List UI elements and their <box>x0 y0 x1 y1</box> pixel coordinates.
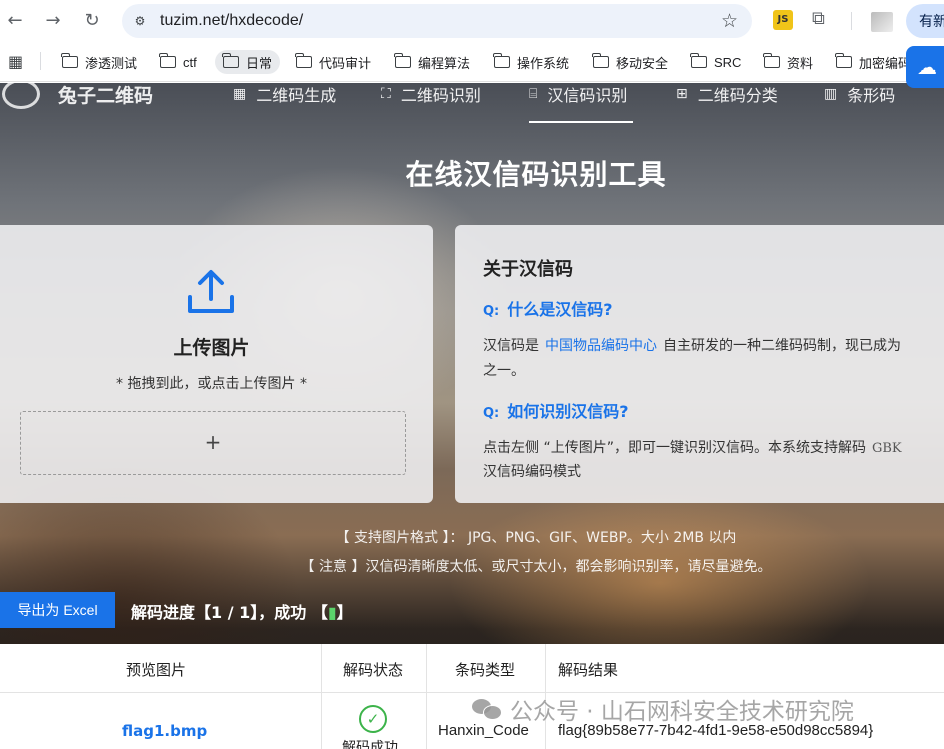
watermark: 公众号 · 山石网科安全技术研究院 <box>472 692 854 726</box>
bookmarks-bar: ▦ 渗透测试 ctf 日常 代码审计 编程算法 操作系统 移动安全 SRC 资料… <box>0 42 944 82</box>
column-header: 解码结果 <box>558 661 619 679</box>
folder-icon <box>690 53 707 68</box>
column-header: 解码状态 <box>343 661 404 679</box>
folder-icon <box>394 53 411 68</box>
terminal-icon: ⌸ <box>529 86 538 102</box>
back-arrow-icon[interactable]: ← <box>2 8 28 34</box>
upload-icon[interactable] <box>186 269 236 315</box>
supported-formats-note: 【 支持图片格式 】： JPG、PNG、GIF、WEBP。大小 2MB 以内 <box>335 530 737 546</box>
wechat-icon <box>472 697 502 721</box>
bookmarks-divider <box>40 52 41 70</box>
faq-question-2: Q: 如何识别汉信码? <box>483 402 629 421</box>
upload-hint: * 拖拽到此，或点击上传图片 * <box>116 376 307 392</box>
folder-icon <box>763 53 780 68</box>
profile-avatar[interactable] <box>871 12 893 32</box>
faq-question-1: Q: 什么是汉信码? <box>483 300 613 319</box>
nav-barcode[interactable]: ▥ 条形码 <box>824 83 895 106</box>
page-title: 在线汉信码识别工具 <box>405 158 667 191</box>
folder-icon <box>159 53 176 68</box>
bookmark-folder[interactable]: 渗透测试 <box>54 50 145 74</box>
reload-icon[interactable]: ↻ <box>79 8 105 34</box>
folder-icon <box>835 53 852 68</box>
floating-assistant-icon[interactable]: ☁ <box>906 46 944 88</box>
barcode-icon: ▥ <box>824 86 838 102</box>
logo-mark-icon <box>2 83 40 109</box>
nav-active-indicator <box>529 121 633 123</box>
quality-warning-note: 【 注意 】汉信码清晰度太低、或尺寸太小，都会影响识别率，请尽量避免。 <box>300 559 772 575</box>
site-logo[interactable]: 兔子二维码 <box>58 83 153 108</box>
url-text[interactable]: tuzim.net/hxdecode/ <box>160 12 303 30</box>
decode-progress: 解码进度【1 / 1】，成功 【▮】 <box>131 603 353 622</box>
bookmark-folder[interactable]: 操作系统 <box>486 50 577 74</box>
js-extension-icon[interactable]: JS <box>773 10 793 30</box>
about-title: 关于汉信码 <box>483 259 573 280</box>
page-content: 兔子二维码 ▦ 二维码生成 ⛶ 二维码识别 ⌸ 汉信码识别 ⊞ 二维码分类 ▥ 条形码 在… <box>0 83 944 749</box>
upload-dropzone[interactable]: + <box>20 411 406 475</box>
upload-card[interactable]: 上传图片 * 拖拽到此，或点击上传图片 * + <box>0 225 433 503</box>
upload-title[interactable]: 上传图片 <box>0 333 433 360</box>
address-bar[interactable]: ⚙ tuzim.net/hxdecode/ ☆ <box>122 4 752 38</box>
bookmark-folder[interactable]: 日常 <box>215 50 281 74</box>
category-icon: ⊞ <box>676 86 688 102</box>
faq-answer-1-cont: 之一。 <box>483 363 525 379</box>
nav-qr-recognize[interactable]: ⛶ 二维码识别 <box>381 83 481 106</box>
folder-icon <box>592 53 609 68</box>
question-mark-label: Q: <box>483 304 500 319</box>
table-header: 预览图片 解码状态 条码类型 解码结果 <box>0 644 944 693</box>
bookmark-folder[interactable]: ctf <box>152 50 205 74</box>
forward-arrow-icon[interactable]: → <box>40 8 66 34</box>
decode-status: 解码成功 <box>342 740 398 749</box>
preview-file-link[interactable]: flag1.bmp <box>122 722 207 740</box>
faq-answer-1: 汉信码是 中国物品编码中心 自主研发的一种二维码码制，现已成为 <box>483 338 901 354</box>
folder-icon <box>61 53 78 68</box>
site-navbar: 兔子二维码 ▦ 二维码生成 ⛶ 二维码识别 ⌸ 汉信码识别 ⊞ 二维码分类 ▥ 条形码 <box>0 83 944 123</box>
qr-grid-icon: ▦ <box>233 86 247 102</box>
bookmark-folder[interactable]: SRC <box>683 50 749 74</box>
bookmark-folder[interactable]: 移动安全 <box>585 50 676 74</box>
column-header: 预览图片 <box>126 661 187 679</box>
question-mark-label: Q: <box>483 406 500 421</box>
apps-grid-icon[interactable]: ▦ <box>8 52 23 71</box>
extensions-puzzle-icon[interactable]: ⧉ <box>812 8 825 29</box>
bookmark-folder[interactable]: 代码审计 <box>288 50 379 74</box>
site-settings-icon[interactable]: ⚙ <box>132 13 148 29</box>
about-card: 关于汉信码 Q: 什么是汉信码? 汉信码是 中国物品编码中心 自主研发的一种二维码码制… <box>455 225 944 503</box>
export-excel-button[interactable]: 导出为 Excel <box>0 592 115 628</box>
nav-qr-category[interactable]: ⊞ 二维码分类 <box>676 83 778 106</box>
nav-hanxin-recognize[interactable]: ⌸ 汉信码识别 <box>529 83 627 106</box>
bookmark-folder[interactable]: 编程算法 <box>387 50 478 74</box>
update-button[interactable]: 有新 <box>906 4 944 38</box>
toolbar-divider <box>851 12 852 30</box>
column-header: 条码类型 <box>455 661 516 679</box>
faq-answer-2-cont: 汉信码编码模式 <box>483 464 581 480</box>
folder-icon <box>295 53 312 68</box>
article-numbering-center-link[interactable]: 中国物品编码中心 <box>545 338 657 354</box>
check-circle-icon: ✓ <box>359 705 387 733</box>
scan-icon: ⛶ <box>381 86 391 102</box>
success-dot-icon: ▮ <box>327 603 337 622</box>
folder-icon <box>222 53 239 68</box>
faq-answer-2: 点击左侧 “上传图片”，即可一键识别汉信码。本系统支持解码 GBK <box>483 440 902 456</box>
plus-icon: + <box>204 430 222 454</box>
folder-icon <box>493 53 510 68</box>
bookmark-folder[interactable]: 资料 <box>756 50 821 74</box>
bookmark-star-icon[interactable]: ☆ <box>721 10 738 32</box>
browser-toolbar: ← → ↻ ⚙ tuzim.net/hxdecode/ ☆ JS ⧉ 有新 <box>0 0 944 42</box>
nav-qr-generate[interactable]: ▦ 二维码生成 <box>233 83 336 106</box>
